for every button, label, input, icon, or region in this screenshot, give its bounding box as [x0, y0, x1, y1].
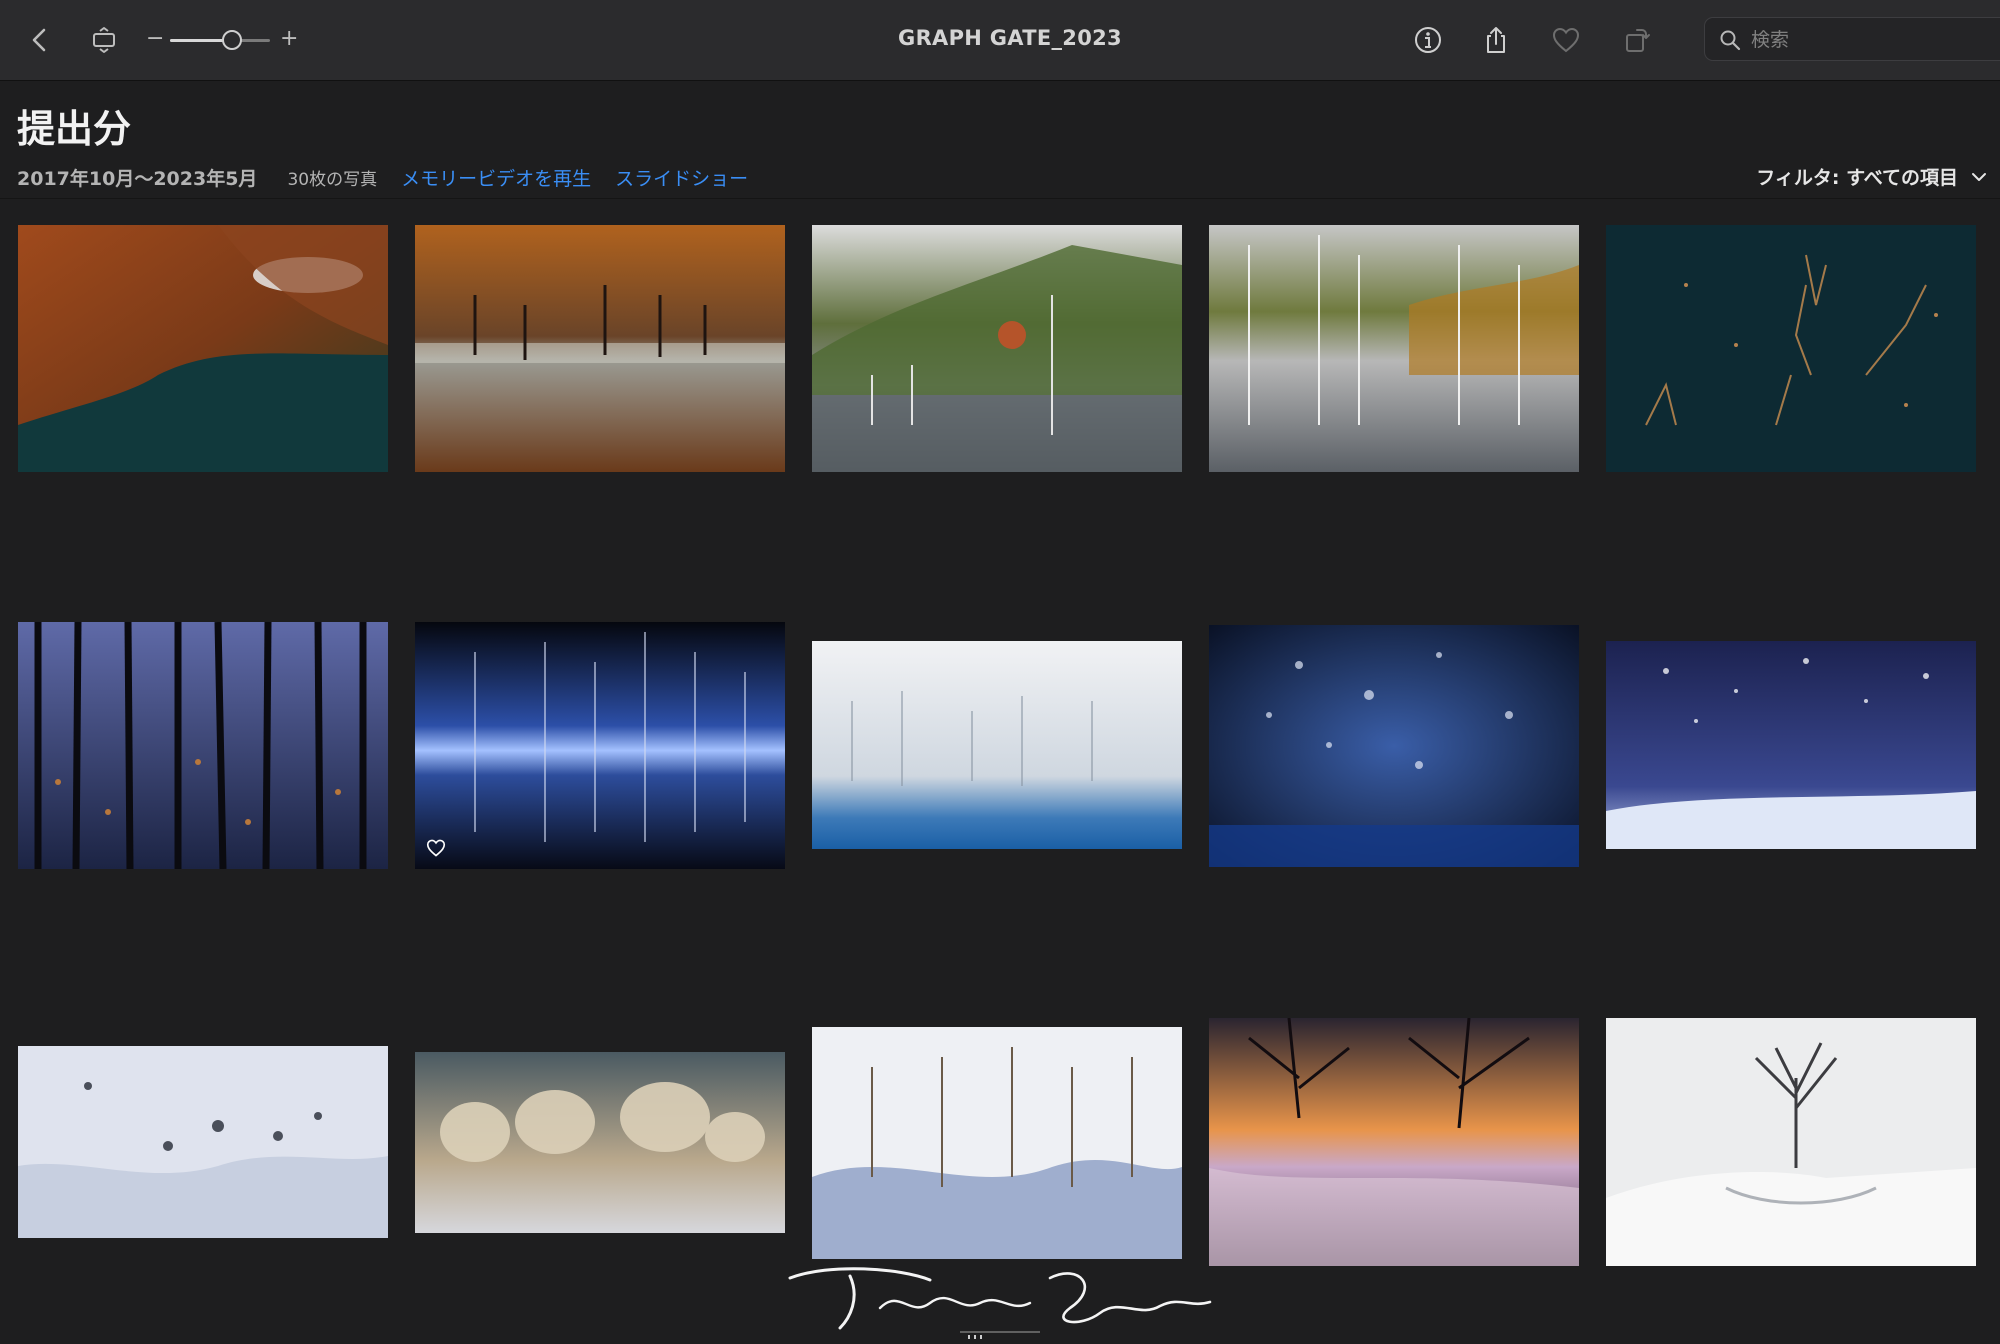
photo-thumbnail[interactable] [1606, 225, 1976, 472]
zoom-in-button[interactable]: + [280, 26, 298, 51]
photo-thumbnail[interactable] [18, 622, 388, 869]
back-icon [32, 28, 46, 52]
photo-thumbnail[interactable] [812, 225, 1182, 472]
info-icon [1415, 27, 1441, 53]
slideshow-frame-icon [93, 27, 115, 53]
photo-thumbnail[interactable] [415, 225, 785, 472]
photo-thumbnail[interactable] [1606, 1018, 1976, 1266]
view-toggle-button[interactable] [84, 20, 124, 60]
heart-icon [1552, 27, 1580, 53]
filter-menu[interactable]: フィルタ: すべての項目 [1756, 163, 1988, 190]
photo-thumbnail[interactable] [1606, 641, 1976, 849]
zoom-slider-track[interactable] [170, 30, 270, 50]
slideshow-link[interactable]: スライドショー [615, 164, 748, 191]
search-input[interactable] [1749, 24, 1993, 56]
info-button[interactable] [1408, 20, 1448, 60]
toolbar: − + GRAPH GATE_2023 [0, 0, 2000, 81]
photo-thumbnail[interactable] [1209, 1018, 1579, 1266]
photo-thumbnail[interactable] [812, 1027, 1182, 1259]
photo-count: 30枚の写真 [287, 170, 378, 190]
photo-thumbnail[interactable] [415, 1052, 785, 1233]
photo-thumbnail[interactable] [18, 1046, 388, 1238]
search-icon [1720, 30, 1741, 51]
memory-video-link[interactable]: メモリービデオを再生 [401, 164, 591, 191]
photo-thumbnail[interactable] [1209, 225, 1579, 472]
favorite-heart-icon [426, 839, 446, 857]
photo-thumbnail[interactable] [1209, 625, 1579, 867]
photo-thumbnail[interactable] [812, 641, 1182, 849]
zoom-slider-knob[interactable] [222, 30, 242, 50]
share-button[interactable] [1476, 20, 1516, 60]
search-field[interactable] [1704, 17, 2000, 61]
zoom-slider[interactable]: − + [140, 22, 300, 58]
filter-label: フィルタ: すべての項目 [1756, 167, 1958, 189]
share-icon [1487, 27, 1505, 53]
album-subtitle-row: 2017年10月〜2023年5月 30枚の写真 メモリービデオを再生 スライドシ… [17, 164, 772, 192]
header-divider [0, 198, 2000, 199]
zoom-out-button[interactable]: − [146, 26, 164, 51]
rotate-icon [1626, 29, 1650, 52]
rotate-button[interactable] [1616, 20, 1656, 60]
favorite-button[interactable] [1546, 20, 1586, 60]
album-title: 提出分 [17, 107, 132, 151]
chevron-down-icon [1972, 172, 1986, 181]
photo-thumbnail[interactable] [415, 622, 785, 869]
photographer-signature-logo [788, 1267, 1212, 1339]
photo-thumbnail[interactable] [18, 225, 388, 472]
date-range: 2017年10月〜2023年5月 [17, 168, 258, 190]
window-title: GRAPH GATE_2023 [898, 26, 1122, 50]
back-button[interactable] [20, 20, 60, 60]
